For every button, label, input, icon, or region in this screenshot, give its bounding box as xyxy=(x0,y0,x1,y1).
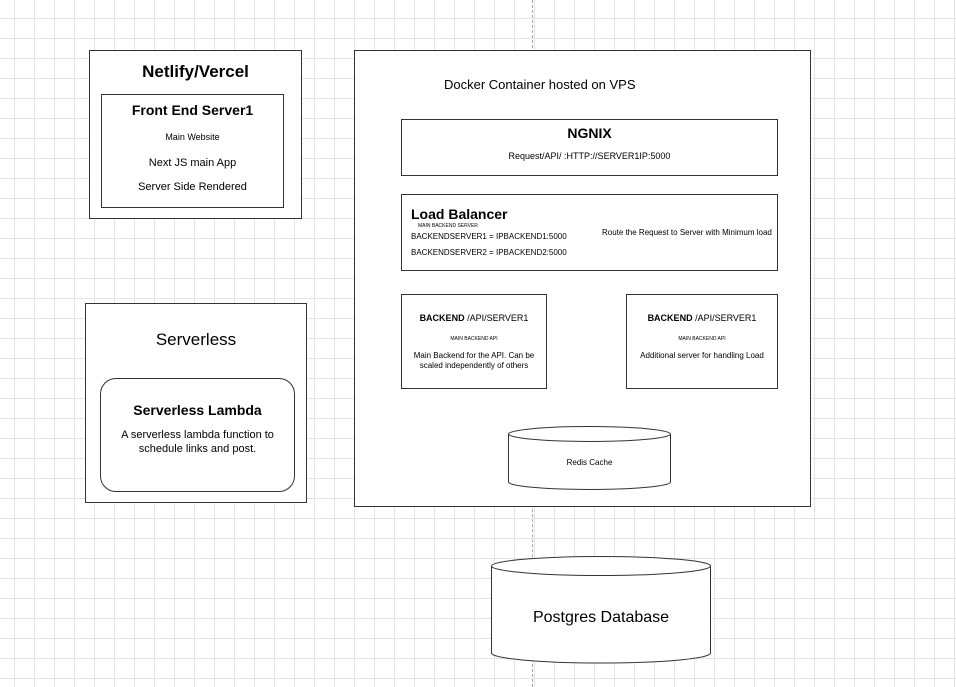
serverless-lambda-desc-1: A serverless lambda function to xyxy=(121,429,274,441)
front-end-server-box[interactable]: Front End Server1 Main Website Next JS m… xyxy=(101,94,284,208)
netlify-vercel-group[interactable]: Netlify/Vercel Front End Server1 Main We… xyxy=(89,50,302,219)
serverless-group[interactable]: Serverless Serverless Lambda A serverles… xyxy=(85,303,307,503)
serverless-lambda-desc-2: schedule links and post. xyxy=(138,443,257,455)
load-balancer-title: Load Balancer xyxy=(411,206,508,222)
load-balancer-sub: MAIN BACKEND SERVER xyxy=(418,223,478,229)
backend-2-title: BACKEND /API/SERVER1 xyxy=(627,313,777,323)
backend-1-desc-1: Main Backend for the API. Can be xyxy=(413,351,535,360)
redis-cache-label: Redis Cache xyxy=(566,458,613,467)
serverless-lambda-title: Serverless Lambda xyxy=(133,402,262,418)
ssr-label: Server Side Rendered xyxy=(138,181,247,193)
backend-2-title-path: /API/SERVER1 xyxy=(692,313,757,323)
nginx-title: NGNIX xyxy=(567,125,612,141)
backend-2-sub: MAIN BACKEND API xyxy=(678,336,726,342)
nginx-route: Request/API/ :HTTP://SERVER1IP:5000 xyxy=(508,151,671,161)
front-end-server-title: Front End Server1 xyxy=(131,102,254,118)
backend-1-title-path: /API/SERVER1 xyxy=(464,313,529,323)
main-website-label: Main Website xyxy=(165,132,220,142)
backend-server-2-entry: BACKENDSERVER2 = IPBACKEND2:5000 xyxy=(411,248,567,257)
serverless-lambda-box[interactable]: Serverless Lambda A serverless lambda fu… xyxy=(100,378,295,492)
backend-1-title: BACKEND /API/SERVER1 xyxy=(402,313,546,323)
load-balancer-box[interactable]: Load Balancer MAIN BACKEND SERVER BACKEN… xyxy=(401,194,778,271)
docker-container-title: Docker Container hosted on VPS xyxy=(444,77,636,92)
docker-container-group[interactable]: Docker Container hosted on VPS NGNIX Req… xyxy=(354,50,811,507)
serverless-title: Serverless xyxy=(155,330,237,349)
redis-cache-cylinder[interactable]: Redis Cache xyxy=(508,426,671,490)
backend-1-sub: MAIN BACKEND API xyxy=(450,336,498,342)
backend-2-desc-1: Additional server for handling Load xyxy=(640,351,764,360)
backend-1-desc-2: scaled independently of others xyxy=(419,361,529,370)
load-balancer-note: Route the Request to Server with Minimum… xyxy=(602,228,772,237)
backend-2-title-bold: BACKEND xyxy=(647,313,693,323)
postgres-database-label: Postgres Database xyxy=(532,609,670,626)
postgres-database-cylinder[interactable]: Postgres Database xyxy=(491,556,711,664)
backend-1-title-bold: BACKEND xyxy=(419,313,465,323)
netlify-vercel-title: Netlify/Vercel xyxy=(142,62,249,81)
nextjs-app-label: Next JS main App xyxy=(148,157,237,169)
backend-1-box[interactable]: BACKEND /API/SERVER1 MAIN BACKEND API Ma… xyxy=(401,294,547,389)
backend-server-1-entry: BACKENDSERVER1 = IPBACKEND1:5000 xyxy=(411,232,567,241)
backend-2-box[interactable]: BACKEND /API/SERVER1 MAIN BACKEND API Ad… xyxy=(626,294,778,389)
nginx-box[interactable]: NGNIX Request/API/ :HTTP://SERVER1IP:500… xyxy=(401,119,778,176)
